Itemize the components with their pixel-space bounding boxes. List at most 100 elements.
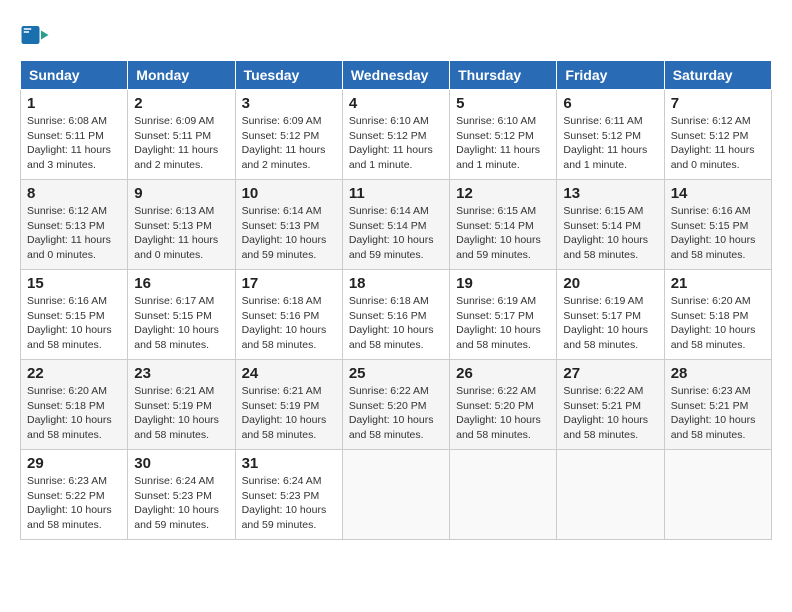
calendar-day: 28 Sunrise: 6:23 AMSunset: 5:21 PMDaylig… (664, 360, 771, 450)
day-info: Sunrise: 6:18 AMSunset: 5:16 PMDaylight:… (242, 295, 327, 351)
day-info: Sunrise: 6:24 AMSunset: 5:23 PMDaylight:… (134, 475, 219, 531)
calendar-day: 16 Sunrise: 6:17 AMSunset: 5:15 PMDaylig… (128, 270, 235, 360)
calendar-day: 18 Sunrise: 6:18 AMSunset: 5:16 PMDaylig… (342, 270, 449, 360)
day-number: 16 (134, 275, 228, 292)
day-info: Sunrise: 6:08 AMSunset: 5:11 PMDaylight:… (27, 115, 111, 171)
day-info: Sunrise: 6:21 AMSunset: 5:19 PMDaylight:… (242, 385, 327, 441)
day-number: 6 (563, 95, 657, 112)
day-number: 1 (27, 95, 121, 112)
day-info: Sunrise: 6:09 AMSunset: 5:11 PMDaylight:… (134, 115, 218, 171)
day-number: 17 (242, 275, 336, 292)
day-info: Sunrise: 6:15 AMSunset: 5:14 PMDaylight:… (456, 205, 541, 261)
day-info: Sunrise: 6:21 AMSunset: 5:19 PMDaylight:… (134, 385, 219, 441)
day-number: 9 (134, 185, 228, 202)
calendar-week-1: 1 Sunrise: 6:08 AMSunset: 5:11 PMDayligh… (21, 90, 772, 180)
column-header-wednesday: Wednesday (342, 61, 449, 90)
calendar-day: 31 Sunrise: 6:24 AMSunset: 5:23 PMDaylig… (235, 450, 342, 540)
column-header-sunday: Sunday (21, 61, 128, 90)
calendar-day: 6 Sunrise: 6:11 AMSunset: 5:12 PMDayligh… (557, 90, 664, 180)
calendar-week-5: 29 Sunrise: 6:23 AMSunset: 5:22 PMDaylig… (21, 450, 772, 540)
day-info: Sunrise: 6:22 AMSunset: 5:20 PMDaylight:… (456, 385, 541, 441)
calendar-day: 2 Sunrise: 6:09 AMSunset: 5:11 PMDayligh… (128, 90, 235, 180)
day-number: 11 (349, 185, 443, 202)
day-number: 13 (563, 185, 657, 202)
calendar-day: 25 Sunrise: 6:22 AMSunset: 5:20 PMDaylig… (342, 360, 449, 450)
day-number: 22 (27, 365, 121, 382)
day-number: 23 (134, 365, 228, 382)
calendar-day: 3 Sunrise: 6:09 AMSunset: 5:12 PMDayligh… (235, 90, 342, 180)
day-info: Sunrise: 6:12 AMSunset: 5:12 PMDaylight:… (671, 115, 755, 171)
day-number: 31 (242, 455, 336, 472)
calendar-day: 13 Sunrise: 6:15 AMSunset: 5:14 PMDaylig… (557, 180, 664, 270)
day-info: Sunrise: 6:20 AMSunset: 5:18 PMDaylight:… (671, 295, 756, 351)
day-info: Sunrise: 6:16 AMSunset: 5:15 PMDaylight:… (671, 205, 756, 261)
calendar-day (664, 450, 771, 540)
day-number: 12 (456, 185, 550, 202)
day-info: Sunrise: 6:19 AMSunset: 5:17 PMDaylight:… (563, 295, 648, 351)
day-info: Sunrise: 6:18 AMSunset: 5:16 PMDaylight:… (349, 295, 434, 351)
day-info: Sunrise: 6:16 AMSunset: 5:15 PMDaylight:… (27, 295, 112, 351)
day-info: Sunrise: 6:17 AMSunset: 5:15 PMDaylight:… (134, 295, 219, 351)
day-info: Sunrise: 6:14 AMSunset: 5:13 PMDaylight:… (242, 205, 327, 261)
calendar-day: 1 Sunrise: 6:08 AMSunset: 5:11 PMDayligh… (21, 90, 128, 180)
day-info: Sunrise: 6:15 AMSunset: 5:14 PMDaylight:… (563, 205, 648, 261)
day-number: 4 (349, 95, 443, 112)
calendar-day: 23 Sunrise: 6:21 AMSunset: 5:19 PMDaylig… (128, 360, 235, 450)
calendar-day: 22 Sunrise: 6:20 AMSunset: 5:18 PMDaylig… (21, 360, 128, 450)
day-number: 21 (671, 275, 765, 292)
calendar-day: 21 Sunrise: 6:20 AMSunset: 5:18 PMDaylig… (664, 270, 771, 360)
column-header-monday: Monday (128, 61, 235, 90)
calendar-day: 20 Sunrise: 6:19 AMSunset: 5:17 PMDaylig… (557, 270, 664, 360)
calendar-day: 14 Sunrise: 6:16 AMSunset: 5:15 PMDaylig… (664, 180, 771, 270)
column-header-tuesday: Tuesday (235, 61, 342, 90)
day-info: Sunrise: 6:12 AMSunset: 5:13 PMDaylight:… (27, 205, 111, 261)
page-header (20, 20, 772, 50)
calendar-day: 30 Sunrise: 6:24 AMSunset: 5:23 PMDaylig… (128, 450, 235, 540)
calendar: SundayMondayTuesdayWednesdayThursdayFrid… (20, 60, 772, 540)
day-info: Sunrise: 6:14 AMSunset: 5:14 PMDaylight:… (349, 205, 434, 261)
day-number: 28 (671, 365, 765, 382)
calendar-day: 11 Sunrise: 6:14 AMSunset: 5:14 PMDaylig… (342, 180, 449, 270)
day-number: 18 (349, 275, 443, 292)
day-number: 15 (27, 275, 121, 292)
column-header-friday: Friday (557, 61, 664, 90)
calendar-day: 24 Sunrise: 6:21 AMSunset: 5:19 PMDaylig… (235, 360, 342, 450)
day-info: Sunrise: 6:23 AMSunset: 5:21 PMDaylight:… (671, 385, 756, 441)
calendar-day: 26 Sunrise: 6:22 AMSunset: 5:20 PMDaylig… (450, 360, 557, 450)
day-info: Sunrise: 6:10 AMSunset: 5:12 PMDaylight:… (349, 115, 433, 171)
calendar-week-4: 22 Sunrise: 6:20 AMSunset: 5:18 PMDaylig… (21, 360, 772, 450)
day-number: 3 (242, 95, 336, 112)
day-number: 26 (456, 365, 550, 382)
day-info: Sunrise: 6:13 AMSunset: 5:13 PMDaylight:… (134, 205, 218, 261)
column-header-thursday: Thursday (450, 61, 557, 90)
day-info: Sunrise: 6:11 AMSunset: 5:12 PMDaylight:… (563, 115, 647, 171)
day-info: Sunrise: 6:19 AMSunset: 5:17 PMDaylight:… (456, 295, 541, 351)
day-number: 19 (456, 275, 550, 292)
day-number: 25 (349, 365, 443, 382)
calendar-day: 5 Sunrise: 6:10 AMSunset: 5:12 PMDayligh… (450, 90, 557, 180)
calendar-week-2: 8 Sunrise: 6:12 AMSunset: 5:13 PMDayligh… (21, 180, 772, 270)
column-header-saturday: Saturday (664, 61, 771, 90)
day-number: 14 (671, 185, 765, 202)
calendar-day: 12 Sunrise: 6:15 AMSunset: 5:14 PMDaylig… (450, 180, 557, 270)
day-number: 2 (134, 95, 228, 112)
day-info: Sunrise: 6:22 AMSunset: 5:21 PMDaylight:… (563, 385, 648, 441)
logo-icon (20, 20, 50, 50)
calendar-day: 17 Sunrise: 6:18 AMSunset: 5:16 PMDaylig… (235, 270, 342, 360)
day-number: 29 (27, 455, 121, 472)
calendar-day (342, 450, 449, 540)
day-info: Sunrise: 6:22 AMSunset: 5:20 PMDaylight:… (349, 385, 434, 441)
calendar-day: 15 Sunrise: 6:16 AMSunset: 5:15 PMDaylig… (21, 270, 128, 360)
day-number: 24 (242, 365, 336, 382)
calendar-day: 29 Sunrise: 6:23 AMSunset: 5:22 PMDaylig… (21, 450, 128, 540)
day-number: 8 (27, 185, 121, 202)
calendar-day: 19 Sunrise: 6:19 AMSunset: 5:17 PMDaylig… (450, 270, 557, 360)
day-number: 7 (671, 95, 765, 112)
calendar-header-row: SundayMondayTuesdayWednesdayThursdayFrid… (21, 61, 772, 90)
calendar-day (557, 450, 664, 540)
calendar-day: 8 Sunrise: 6:12 AMSunset: 5:13 PMDayligh… (21, 180, 128, 270)
day-number: 20 (563, 275, 657, 292)
calendar-week-3: 15 Sunrise: 6:16 AMSunset: 5:15 PMDaylig… (21, 270, 772, 360)
day-info: Sunrise: 6:09 AMSunset: 5:12 PMDaylight:… (242, 115, 326, 171)
day-info: Sunrise: 6:20 AMSunset: 5:18 PMDaylight:… (27, 385, 112, 441)
